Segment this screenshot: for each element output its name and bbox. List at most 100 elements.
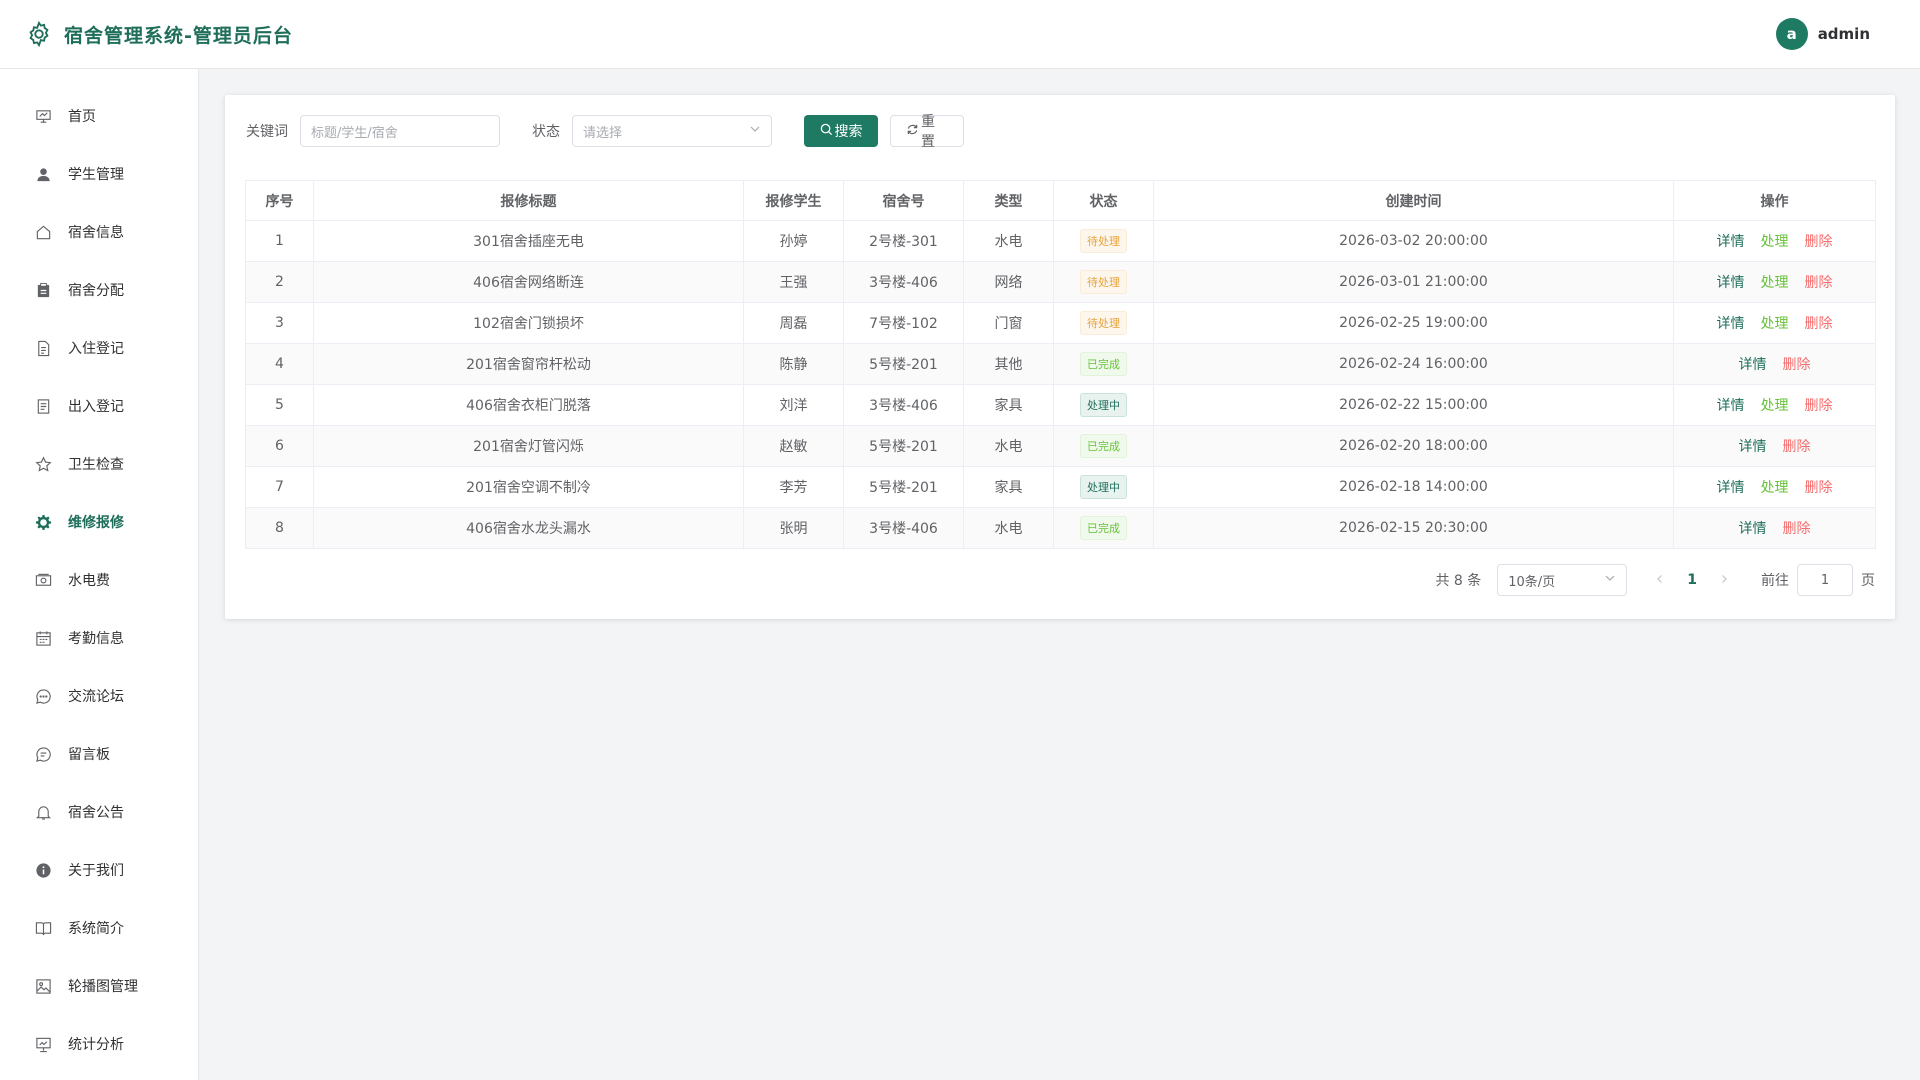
sidebar-item-3[interactable]: 宿舍分配 (0, 261, 198, 319)
content-card: 关键词 标题/学生/宿舍 状态 请选择 搜索 重置 序号 报修标题 报修学生 宿… (225, 95, 1895, 619)
detail-link[interactable]: 详情 (1739, 521, 1767, 537)
detail-link[interactable]: 详情 (1739, 439, 1767, 455)
chevron-right-icon (1722, 575, 1727, 583)
sidebar-item-11[interactable]: 留言板 (0, 725, 198, 783)
detail-link[interactable]: 详情 (1717, 316, 1745, 332)
cell-actions: 详情 删除 (1673, 425, 1876, 467)
cell-actions: 详情 删除 (1673, 343, 1876, 385)
sidebar-item-4[interactable]: 入住登记 (0, 319, 198, 377)
cell-type: 水电 (963, 507, 1054, 549)
delete-link[interactable]: 删除 (1805, 398, 1833, 414)
cell-type: 网络 (963, 261, 1054, 303)
username[interactable]: admin (1818, 25, 1870, 43)
sidebar-item-7[interactable]: 维修报修 (0, 493, 198, 551)
handle-link[interactable]: 处理 (1761, 480, 1789, 496)
cell-no: 6 (245, 425, 314, 467)
column-header: 宿舍号 (843, 180, 964, 221)
table-row: 5 406宿舍衣柜门脱落 刘洋 3号楼-406 家具 处理中 2026-02-22 15:0… (245, 384, 1876, 426)
sidebar-item-8[interactable]: 水电费 (0, 551, 198, 609)
cell-room: 2号楼-301 (843, 220, 964, 262)
delete-link[interactable]: 删除 (1783, 439, 1811, 455)
sidebar-item-12[interactable]: 宿舍公告 (0, 783, 198, 841)
delete-link[interactable]: 删除 (1805, 234, 1833, 250)
detail-link[interactable]: 详情 (1717, 480, 1745, 496)
cell-title: 406宿舍水龙头漏水 (313, 507, 744, 549)
detail-link[interactable]: 详情 (1717, 275, 1745, 291)
avatar[interactable]: a (1775, 18, 1808, 50)
sidebar-item-label: 关于我们 (68, 863, 124, 879)
book-icon (34, 919, 52, 937)
sidebar-item-13[interactable]: 关于我们 (0, 841, 198, 899)
cell-time: 2026-02-20 18:00:00 (1153, 425, 1674, 467)
delete-link[interactable]: 删除 (1805, 316, 1833, 332)
sidebar-item-label: 统计分析 (68, 1037, 124, 1053)
sidebar-menu: 首页学生管理宿舍信息 宿舍分配 入住登记出入登记卫生检查维修报修水电费考勤信息交流论… (0, 69, 199, 1080)
cell-title: 102宿舍门锁损坏 (313, 302, 744, 344)
cell-actions: 详情 处理 删除 (1673, 302, 1876, 344)
handle-link[interactable]: 处理 (1761, 275, 1789, 291)
cell-type: 家具 (963, 384, 1054, 426)
cell-student: 李芳 (743, 466, 844, 508)
reset-button[interactable]: 重置 (890, 114, 964, 150)
delete-link[interactable]: 删除 (1783, 521, 1811, 537)
presentation-icon (34, 107, 52, 125)
cell-room: 5号楼-201 (843, 425, 964, 467)
status-badge: 待处理 (1080, 270, 1127, 294)
cell-type: 门窗 (963, 302, 1054, 344)
handle-link[interactable]: 处理 (1761, 316, 1789, 332)
status-badge: 待处理 (1080, 311, 1127, 335)
sidebar-item-5[interactable]: 出入登记 (0, 377, 198, 435)
cell-actions: 详情 处理 删除 (1673, 384, 1876, 426)
delete-link[interactable]: 删除 (1805, 480, 1833, 496)
cell-student: 王强 (743, 261, 844, 303)
total-count: 共 8 条 (1435, 573, 1482, 589)
sidebar-item-label: 出入登记 (68, 399, 124, 415)
status-badge: 待处理 (1080, 229, 1127, 253)
sidebar-item-label: 考勤信息 (68, 631, 124, 647)
cell-room: 3号楼-406 (843, 384, 964, 426)
detail-link[interactable]: 详情 (1717, 398, 1745, 414)
sidebar-item-10[interactable]: 交流论坛 (0, 667, 198, 725)
user-menu[interactable]: a admin (1775, 18, 1870, 50)
handle-link[interactable]: 处理 (1761, 398, 1789, 414)
cell-student: 周磊 (743, 302, 844, 344)
sidebar-item-9[interactable]: 考勤信息 (0, 609, 198, 667)
page-size-select[interactable]: 10条/页 (1497, 564, 1628, 596)
document-icon (34, 339, 52, 357)
sidebar-item-0[interactable]: 首页 (0, 87, 198, 145)
sidebar-item-6[interactable]: 卫生检查 (0, 435, 198, 493)
handle-link[interactable]: 处理 (1761, 234, 1789, 250)
detail-link[interactable]: 详情 (1739, 357, 1767, 373)
sidebar-item-label: 学生管理 (68, 167, 124, 183)
search-button[interactable]: 搜索 (804, 115, 878, 147)
cell-student: 张明 (743, 507, 844, 549)
tickets-icon (34, 397, 52, 415)
next-page-button[interactable] (1719, 572, 1729, 588)
cell-title: 201宿舍窗帘杆松动 (313, 343, 744, 385)
status-select[interactable]: 请选择 (572, 115, 772, 147)
sidebar-item-label: 水电费 (68, 573, 110, 589)
prev-page-button[interactable] (1655, 572, 1665, 588)
cell-title: 301宿舍插座无电 (313, 220, 744, 262)
cell-actions: 详情 处理 删除 (1673, 220, 1876, 262)
goto-page-input[interactable]: 1 (1797, 564, 1853, 596)
detail-link[interactable]: 详情 (1717, 234, 1745, 250)
delete-link[interactable]: 删除 (1805, 275, 1833, 291)
cell-room: 7号楼-102 (843, 302, 964, 344)
page-number[interactable]: 1 (1687, 572, 1697, 588)
sidebar-item-14[interactable]: 系统简介 (0, 899, 198, 957)
delete-link[interactable]: 删除 (1783, 357, 1811, 373)
money-icon (34, 571, 52, 589)
cell-no: 1 (245, 220, 314, 262)
search-icon (820, 123, 835, 140)
cell-no: 7 (245, 466, 314, 508)
keyword-input[interactable]: 标题/学生/宿舍 (300, 115, 500, 147)
cell-student: 陈静 (743, 343, 844, 385)
cell-title: 201宿舍灯管闪烁 (313, 425, 744, 467)
sidebar-item-16[interactable]: 统计分析 (0, 1015, 198, 1073)
sidebar-item-2[interactable]: 宿舍信息 (0, 203, 198, 261)
sidebar-item-label: 卫生检查 (68, 457, 124, 473)
sidebar-item-15[interactable]: 轮播图管理 (0, 957, 198, 1015)
sidebar-item-1[interactable]: 学生管理 (0, 145, 198, 203)
cell-student: 赵敏 (743, 425, 844, 467)
